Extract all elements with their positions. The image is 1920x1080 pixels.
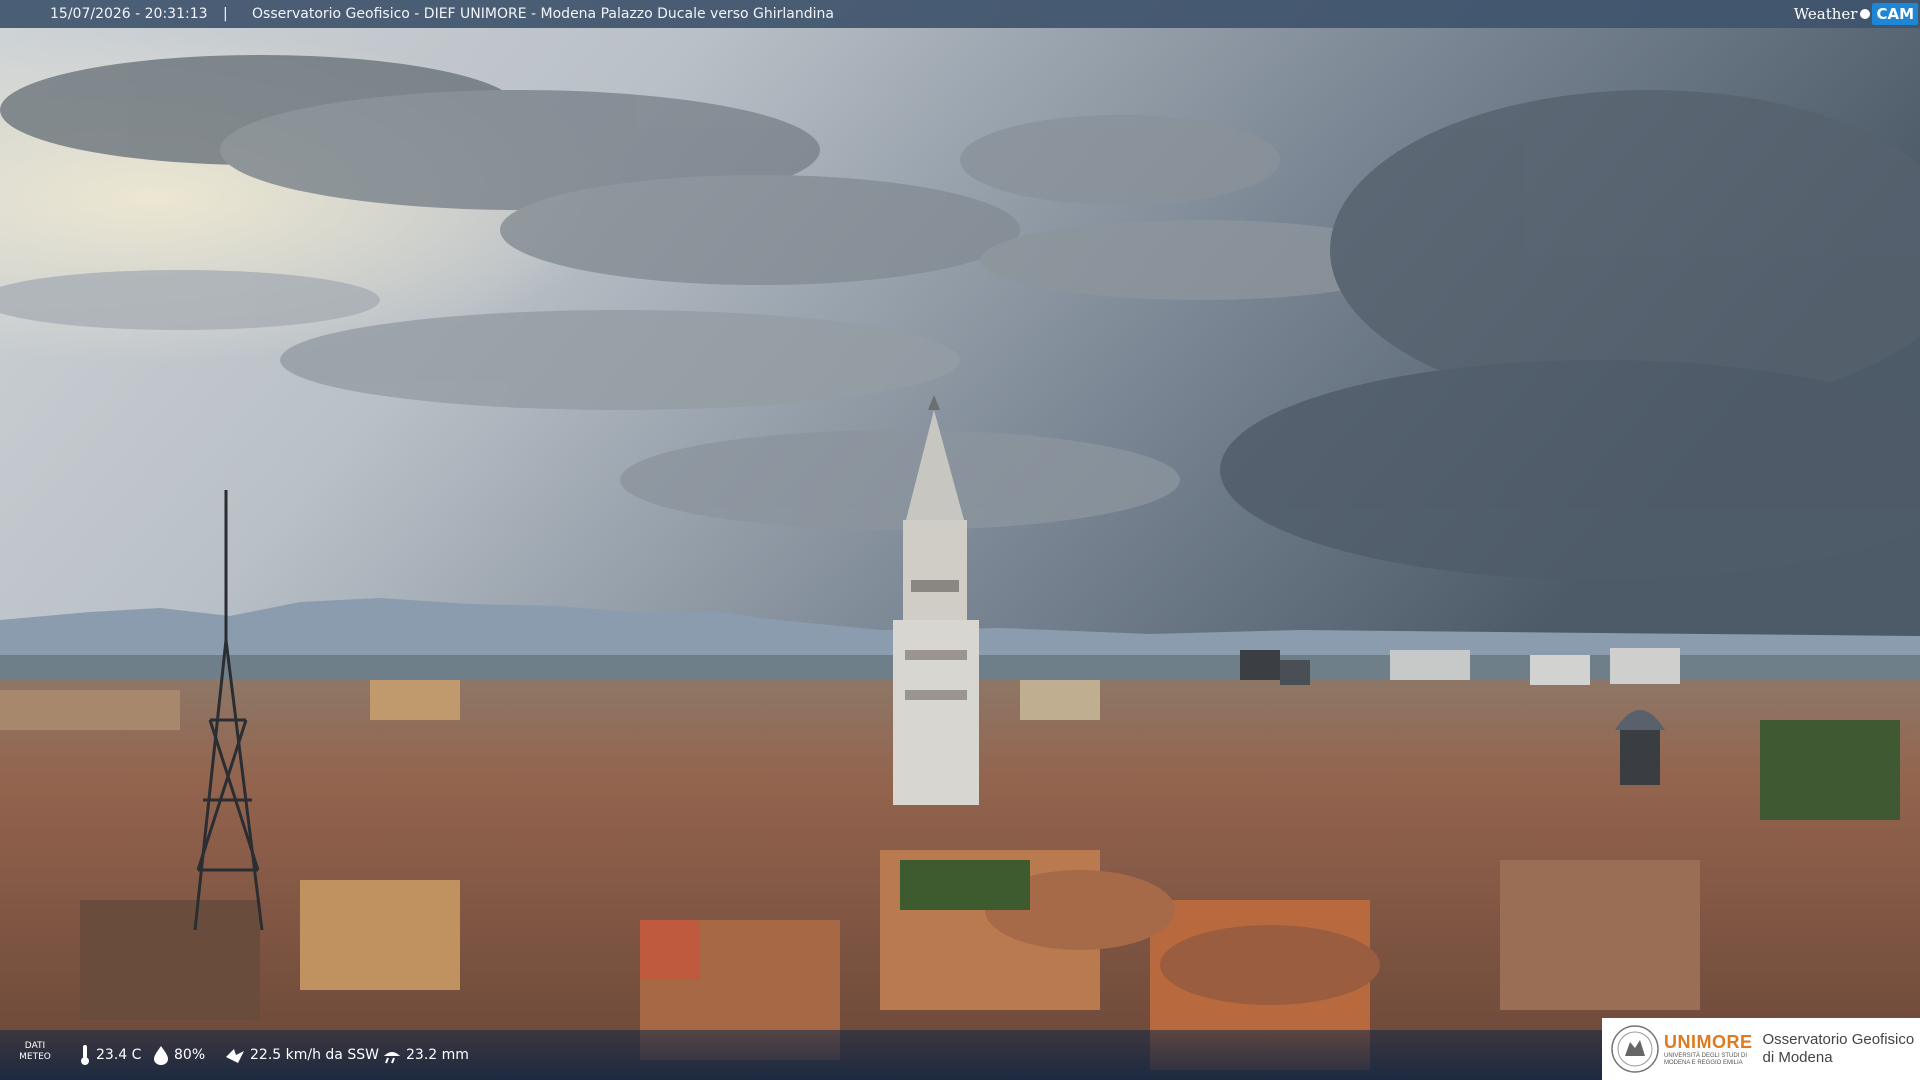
observatory-name: Osservatorio Geofisico di Modena	[1762, 1031, 1915, 1066]
timestamp: 15/07/2026 - 20:31:13	[50, 6, 208, 22]
camera-header-bar: 15/07/2026 - 20:31:13 | Osservatorio Geo…	[0, 0, 1920, 28]
university-seal-icon	[1611, 1025, 1659, 1073]
humidity-drop-icon	[154, 1046, 168, 1065]
separator: |	[223, 6, 228, 22]
thermometer-icon	[81, 1045, 89, 1065]
unimore-subtitle: UNIVERSITÀ DEGLI STUDI DI MODENA E REGGI…	[1664, 1052, 1748, 1066]
unimore-wordmark: UNIMORE	[1664, 1031, 1753, 1052]
temperature-reading: 23.4 C	[78, 1030, 141, 1080]
unimore-brand: UNIMORE UNIVERSITÀ DEGLI STUDI DI MODENA…	[1664, 1032, 1753, 1067]
logo-cam-text: CAM	[1872, 3, 1918, 25]
rain-reading: 23.2 mm	[382, 1030, 469, 1080]
logo-weather-text: Weather	[1793, 5, 1858, 23]
humidity-reading: 80%	[152, 1030, 205, 1080]
rain-gauge-icon	[384, 1052, 400, 1064]
unimore-observatory-logo: UNIMORE UNIVERSITÀ DEGLI STUDI DI MODENA…	[1602, 1018, 1920, 1080]
rain-value: 23.2 mm	[406, 1047, 469, 1063]
temperature-value: 23.4 C	[96, 1047, 142, 1063]
wind-reading: 22.5 km/h da SSW	[224, 1030, 379, 1080]
logo-dot-icon	[1860, 9, 1871, 19]
dati-meteo-label: DATI METEO	[19, 1041, 51, 1062]
camera-title: Osservatorio Geofisico - DIEF UNIMORE - …	[252, 6, 834, 22]
wind-value: 22.5 km/h da SSW	[250, 1047, 379, 1063]
weathercam-logo: Weather CAM	[1788, 0, 1920, 28]
wind-icon	[226, 1049, 244, 1063]
humidity-value: 80%	[174, 1047, 206, 1063]
webcam-scene	[0, 0, 1920, 1080]
